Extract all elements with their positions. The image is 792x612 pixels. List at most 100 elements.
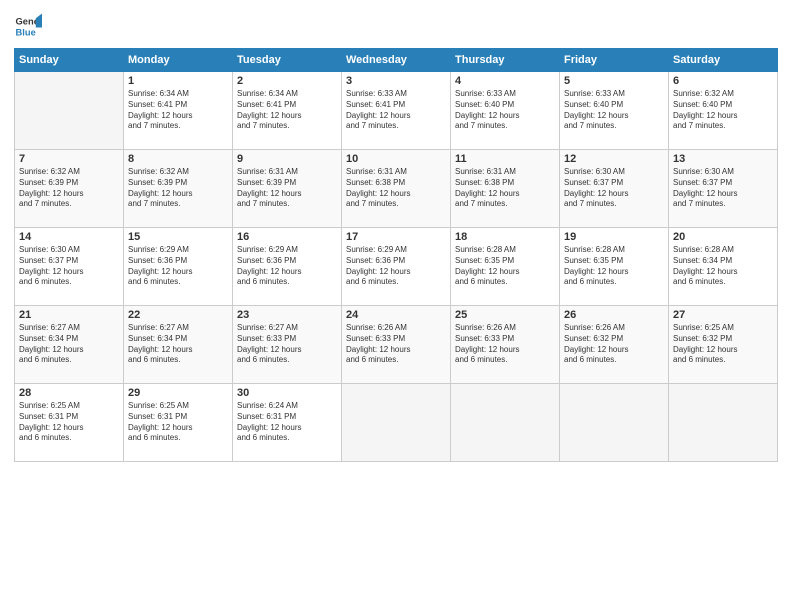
cell-content: Sunrise: 6:26 AMSunset: 6:33 PMDaylight:…: [455, 323, 555, 366]
calendar-cell: 26 Sunrise: 6:26 AMSunset: 6:32 PMDayligh…: [560, 306, 669, 384]
day-number: 18: [455, 231, 555, 243]
cell-content: Sunrise: 6:31 AMSunset: 6:38 PMDaylight:…: [455, 167, 555, 210]
day-number: 23: [237, 309, 337, 321]
day-number: 16: [237, 231, 337, 243]
calendar-cell: [451, 384, 560, 462]
day-number: 1: [128, 75, 228, 87]
logo-icon: General Blue: [14, 12, 42, 40]
day-number: 27: [673, 309, 773, 321]
calendar-cell: 11 Sunrise: 6:31 AMSunset: 6:38 PMDayligh…: [451, 150, 560, 228]
day-number: 5: [564, 75, 664, 87]
day-number: 28: [19, 387, 119, 399]
calendar-cell: 21 Sunrise: 6:27 AMSunset: 6:34 PMDayligh…: [15, 306, 124, 384]
cell-content: Sunrise: 6:29 AMSunset: 6:36 PMDaylight:…: [128, 245, 228, 288]
day-number: 24: [346, 309, 446, 321]
calendar-week-4: 21 Sunrise: 6:27 AMSunset: 6:34 PMDayligh…: [15, 306, 778, 384]
cell-content: Sunrise: 6:28 AMSunset: 6:35 PMDaylight:…: [564, 245, 664, 288]
calendar-cell: 17 Sunrise: 6:29 AMSunset: 6:36 PMDayligh…: [342, 228, 451, 306]
calendar-cell: 7 Sunrise: 6:32 AMSunset: 6:39 PMDaylight…: [15, 150, 124, 228]
day-number: 17: [346, 231, 446, 243]
calendar-cell: 4 Sunrise: 6:33 AMSunset: 6:40 PMDaylight…: [451, 72, 560, 150]
cell-content: Sunrise: 6:29 AMSunset: 6:36 PMDaylight:…: [346, 245, 446, 288]
day-number: 2: [237, 75, 337, 87]
svg-text:Blue: Blue: [16, 27, 36, 37]
cell-content: Sunrise: 6:27 AMSunset: 6:34 PMDaylight:…: [19, 323, 119, 366]
cell-content: Sunrise: 6:30 AMSunset: 6:37 PMDaylight:…: [564, 167, 664, 210]
day-number: 29: [128, 387, 228, 399]
cell-content: Sunrise: 6:27 AMSunset: 6:33 PMDaylight:…: [237, 323, 337, 366]
calendar-cell: 19 Sunrise: 6:28 AMSunset: 6:35 PMDayligh…: [560, 228, 669, 306]
calendar-header-thursday: Thursday: [451, 49, 560, 72]
calendar-cell: 12 Sunrise: 6:30 AMSunset: 6:37 PMDayligh…: [560, 150, 669, 228]
cell-content: Sunrise: 6:25 AMSunset: 6:32 PMDaylight:…: [673, 323, 773, 366]
cell-content: Sunrise: 6:28 AMSunset: 6:34 PMDaylight:…: [673, 245, 773, 288]
cell-content: Sunrise: 6:25 AMSunset: 6:31 PMDaylight:…: [128, 401, 228, 444]
calendar-header-friday: Friday: [560, 49, 669, 72]
calendar-week-1: 1 Sunrise: 6:34 AMSunset: 6:41 PMDaylight…: [15, 72, 778, 150]
header: General Blue: [14, 12, 778, 40]
day-number: 11: [455, 153, 555, 165]
calendar-cell: [669, 384, 778, 462]
calendar-cell: 3 Sunrise: 6:33 AMSunset: 6:41 PMDaylight…: [342, 72, 451, 150]
calendar-cell: 16 Sunrise: 6:29 AMSunset: 6:36 PMDayligh…: [233, 228, 342, 306]
calendar-week-2: 7 Sunrise: 6:32 AMSunset: 6:39 PMDaylight…: [15, 150, 778, 228]
cell-content: Sunrise: 6:34 AMSunset: 6:41 PMDaylight:…: [128, 89, 228, 132]
calendar-week-5: 28 Sunrise: 6:25 AMSunset: 6:31 PMDayligh…: [15, 384, 778, 462]
calendar-cell: 23 Sunrise: 6:27 AMSunset: 6:33 PMDayligh…: [233, 306, 342, 384]
day-number: 13: [673, 153, 773, 165]
day-number: 8: [128, 153, 228, 165]
day-number: 21: [19, 309, 119, 321]
calendar-cell: [342, 384, 451, 462]
cell-content: Sunrise: 6:30 AMSunset: 6:37 PMDaylight:…: [19, 245, 119, 288]
day-number: 12: [564, 153, 664, 165]
calendar-cell: 30Sunrise: 6:24 AMSunset: 6:31 PMDayligh…: [233, 384, 342, 462]
calendar-cell: 14Sunrise: 6:30 AMSunset: 6:37 PMDayligh…: [15, 228, 124, 306]
calendar-cell: 29 Sunrise: 6:25 AMSunset: 6:31 PMDayligh…: [124, 384, 233, 462]
calendar-header-saturday: Saturday: [669, 49, 778, 72]
calendar-header-wednesday: Wednesday: [342, 49, 451, 72]
calendar-cell: [15, 72, 124, 150]
day-number: 15: [128, 231, 228, 243]
logo: General Blue: [14, 12, 42, 40]
calendar-cell: 27 Sunrise: 6:25 AMSunset: 6:32 PMDayligh…: [669, 306, 778, 384]
calendar-cell: 5 Sunrise: 6:33 AMSunset: 6:40 PMDaylight…: [560, 72, 669, 150]
calendar-cell: 18 Sunrise: 6:28 AMSunset: 6:35 PMDayligh…: [451, 228, 560, 306]
calendar-table: SundayMondayTuesdayWednesdayThursdayFrid…: [14, 48, 778, 462]
calendar-cell: 1 Sunrise: 6:34 AMSunset: 6:41 PMDaylight…: [124, 72, 233, 150]
cell-content: Sunrise: 6:33 AMSunset: 6:40 PMDaylight:…: [455, 89, 555, 132]
cell-content: Sunrise: 6:26 AMSunset: 6:32 PMDaylight:…: [564, 323, 664, 366]
cell-content: Sunrise: 6:34 AMSunset: 6:41 PMDaylight:…: [237, 89, 337, 132]
cell-content: Sunrise: 6:25 AMSunset: 6:31 PMDaylight:…: [19, 401, 119, 444]
calendar-cell: [560, 384, 669, 462]
cell-content: Sunrise: 6:31 AMSunset: 6:39 PMDaylight:…: [237, 167, 337, 210]
cell-content: Sunrise: 6:29 AMSunset: 6:36 PMDaylight:…: [237, 245, 337, 288]
day-number: 3: [346, 75, 446, 87]
day-number: 19: [564, 231, 664, 243]
calendar-cell: 24Sunrise: 6:26 AMSunset: 6:33 PMDayligh…: [342, 306, 451, 384]
cell-content: Sunrise: 6:28 AMSunset: 6:35 PMDaylight:…: [455, 245, 555, 288]
calendar-cell: 22Sunrise: 6:27 AMSunset: 6:34 PMDayligh…: [124, 306, 233, 384]
calendar-cell: 28 Sunrise: 6:25 AMSunset: 6:31 PMDayligh…: [15, 384, 124, 462]
day-number: 30: [237, 387, 337, 399]
day-number: 7: [19, 153, 119, 165]
cell-content: Sunrise: 6:33 AMSunset: 6:40 PMDaylight:…: [564, 89, 664, 132]
day-number: 26: [564, 309, 664, 321]
cell-content: Sunrise: 6:32 AMSunset: 6:39 PMDaylight:…: [128, 167, 228, 210]
cell-content: Sunrise: 6:30 AMSunset: 6:37 PMDaylight:…: [673, 167, 773, 210]
cell-content: Sunrise: 6:32 AMSunset: 6:39 PMDaylight:…: [19, 167, 119, 210]
calendar-header-tuesday: Tuesday: [233, 49, 342, 72]
day-number: 9: [237, 153, 337, 165]
day-number: 6: [673, 75, 773, 87]
calendar-cell: 9 Sunrise: 6:31 AMSunset: 6:39 PMDaylight…: [233, 150, 342, 228]
calendar-header-sunday: Sunday: [15, 49, 124, 72]
calendar-cell: 8 Sunrise: 6:32 AMSunset: 6:39 PMDaylight…: [124, 150, 233, 228]
calendar-week-3: 14Sunrise: 6:30 AMSunset: 6:37 PMDayligh…: [15, 228, 778, 306]
cell-content: Sunrise: 6:33 AMSunset: 6:41 PMDaylight:…: [346, 89, 446, 132]
day-number: 4: [455, 75, 555, 87]
calendar-header-monday: Monday: [124, 49, 233, 72]
day-number: 10: [346, 153, 446, 165]
cell-content: Sunrise: 6:27 AMSunset: 6:34 PMDaylight:…: [128, 323, 228, 366]
cell-content: Sunrise: 6:31 AMSunset: 6:38 PMDaylight:…: [346, 167, 446, 210]
calendar-cell: 20Sunrise: 6:28 AMSunset: 6:34 PMDayligh…: [669, 228, 778, 306]
page-container: General Blue SundayMondayTuesdayWednesda…: [0, 0, 792, 472]
